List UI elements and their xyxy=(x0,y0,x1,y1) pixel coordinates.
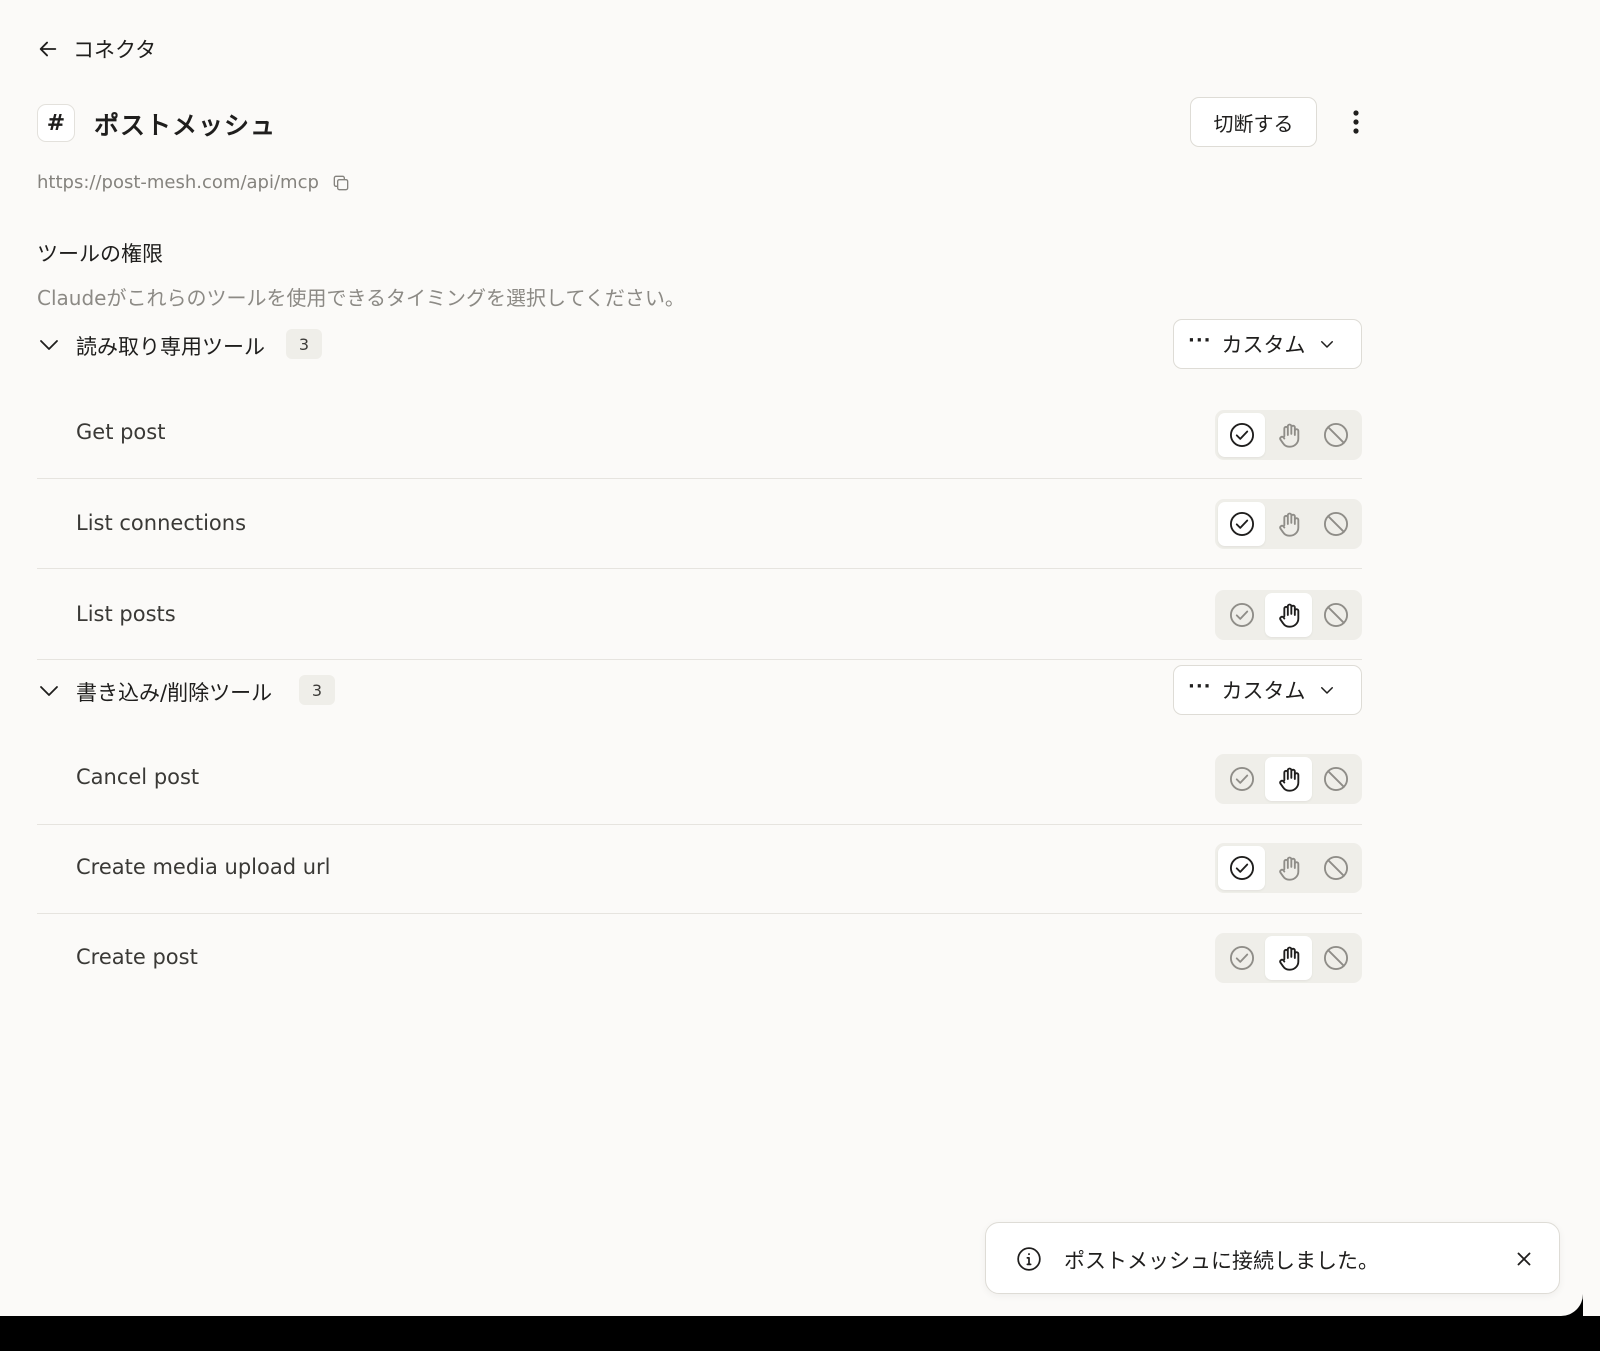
hash-icon: # xyxy=(37,104,75,142)
copy-icon[interactable] xyxy=(331,173,351,193)
hand-icon xyxy=(1278,423,1299,448)
block-icon xyxy=(1323,766,1348,792)
more-options-icon[interactable] xyxy=(1341,102,1371,142)
block-icon xyxy=(1323,511,1348,537)
permission-option-ask[interactable] xyxy=(1265,502,1312,546)
permission-option-deny[interactable] xyxy=(1312,502,1359,546)
toast-notification: ポストメッシュに接続しました。 xyxy=(985,1222,1560,1294)
tool-row: Create media upload url xyxy=(37,825,1362,914)
chevron-down-icon[interactable] xyxy=(37,678,61,702)
tool-name: List connections xyxy=(76,511,247,535)
arrow-left-icon xyxy=(39,41,57,57)
tool-group-label: 読み取り専用ツール xyxy=(76,335,265,359)
permissions-title: ツールの権限 xyxy=(37,242,163,266)
page-title: ポストメッシュ xyxy=(94,111,277,140)
ellipsis-icon: ··· xyxy=(1188,676,1212,697)
window-edge xyxy=(1583,0,1600,1316)
permission-option-allow[interactable] xyxy=(1218,413,1265,457)
permission-option-deny[interactable] xyxy=(1312,936,1359,980)
check-circle-icon xyxy=(1229,766,1254,792)
permissions-description: Claudeがこれらのツールを使用できるタイミングを選択してください。 xyxy=(37,286,685,310)
tool-group-header: 書き込み/削除ツール 3 ··· カスタム xyxy=(37,665,1362,717)
permission-toggle xyxy=(1215,843,1362,893)
check-circle-icon xyxy=(1229,602,1254,628)
close-icon[interactable] xyxy=(1513,1248,1535,1270)
permission-option-ask[interactable] xyxy=(1265,757,1312,801)
tool-row: List posts xyxy=(37,569,1362,660)
permission-option-deny[interactable] xyxy=(1312,757,1359,801)
check-circle-icon xyxy=(1229,422,1254,448)
block-icon xyxy=(1323,855,1348,881)
permission-option-deny[interactable] xyxy=(1312,846,1359,890)
hand-icon xyxy=(1278,767,1299,792)
tool-count-badge: 3 xyxy=(286,329,322,359)
tool-row: List connections xyxy=(37,479,1362,569)
back-link-label: コネクタ xyxy=(73,38,157,62)
hand-icon xyxy=(1278,946,1299,971)
tool-name: List posts xyxy=(76,602,176,626)
app-window: コネクタ # ポストメッシュ 切断する https://post-mesh.co… xyxy=(0,0,1583,1316)
hand-icon xyxy=(1278,512,1299,537)
permission-mode-label: カスタム xyxy=(1221,679,1306,703)
permission-toggle xyxy=(1215,754,1362,804)
permission-option-ask[interactable] xyxy=(1265,936,1312,980)
info-icon xyxy=(1017,1247,1041,1271)
check-circle-icon xyxy=(1229,855,1254,881)
permission-option-allow[interactable] xyxy=(1218,502,1265,546)
permission-option-ask[interactable] xyxy=(1265,413,1312,457)
tool-name: Create post xyxy=(76,945,198,969)
tool-group-header: 読み取り専用ツール 3 ··· カスタム xyxy=(37,319,1362,371)
ellipsis-icon: ··· xyxy=(1188,330,1212,351)
permission-option-allow[interactable] xyxy=(1218,846,1265,890)
block-icon xyxy=(1323,422,1348,448)
tool-name: Get post xyxy=(76,420,166,444)
chevron-down-icon xyxy=(1320,687,1333,694)
block-icon xyxy=(1323,945,1348,971)
permission-option-deny[interactable] xyxy=(1312,413,1359,457)
permission-toggle xyxy=(1215,933,1362,983)
hand-icon xyxy=(1278,856,1299,881)
check-circle-icon xyxy=(1229,511,1254,537)
permission-mode-dropdown[interactable]: ··· カスタム xyxy=(1173,665,1362,715)
permission-toggle xyxy=(1215,499,1362,549)
tool-row: Cancel post xyxy=(37,735,1362,825)
connector-header: # ポストメッシュ 切断する xyxy=(37,97,1362,152)
permission-toggle xyxy=(1215,410,1362,460)
permission-option-allow[interactable] xyxy=(1218,936,1265,980)
back-link[interactable]: コネクタ xyxy=(37,34,156,64)
permission-option-allow[interactable] xyxy=(1218,757,1265,801)
hand-icon xyxy=(1278,603,1299,628)
chevron-down-icon[interactable] xyxy=(37,332,61,356)
tool-row: Get post xyxy=(37,388,1362,479)
tool-count-badge: 3 xyxy=(299,675,335,705)
tool-name: Cancel post xyxy=(76,765,200,789)
block-icon xyxy=(1323,602,1348,628)
connector-url: https://post-mesh.com/api/mcp xyxy=(37,172,351,193)
permission-option-ask[interactable] xyxy=(1265,846,1312,890)
tool-row: Create post xyxy=(37,914,1362,1004)
tool-name: Create media upload url xyxy=(76,855,331,879)
toast-message: ポストメッシュに接続しました。 xyxy=(1064,1249,1379,1273)
permission-option-ask[interactable] xyxy=(1265,593,1312,637)
connector-url-text: https://post-mesh.com/api/mcp xyxy=(37,172,319,193)
permission-option-deny[interactable] xyxy=(1312,593,1359,637)
check-circle-icon xyxy=(1229,945,1254,971)
tool-group-label: 書き込み/削除ツール xyxy=(76,681,273,705)
disconnect-button[interactable]: 切断する xyxy=(1190,97,1317,147)
permission-toggle xyxy=(1215,590,1362,640)
permission-mode-dropdown[interactable]: ··· カスタム xyxy=(1173,319,1362,369)
permission-mode-label: カスタム xyxy=(1221,333,1306,357)
permission-option-allow[interactable] xyxy=(1218,593,1265,637)
chevron-down-icon xyxy=(1320,341,1333,348)
